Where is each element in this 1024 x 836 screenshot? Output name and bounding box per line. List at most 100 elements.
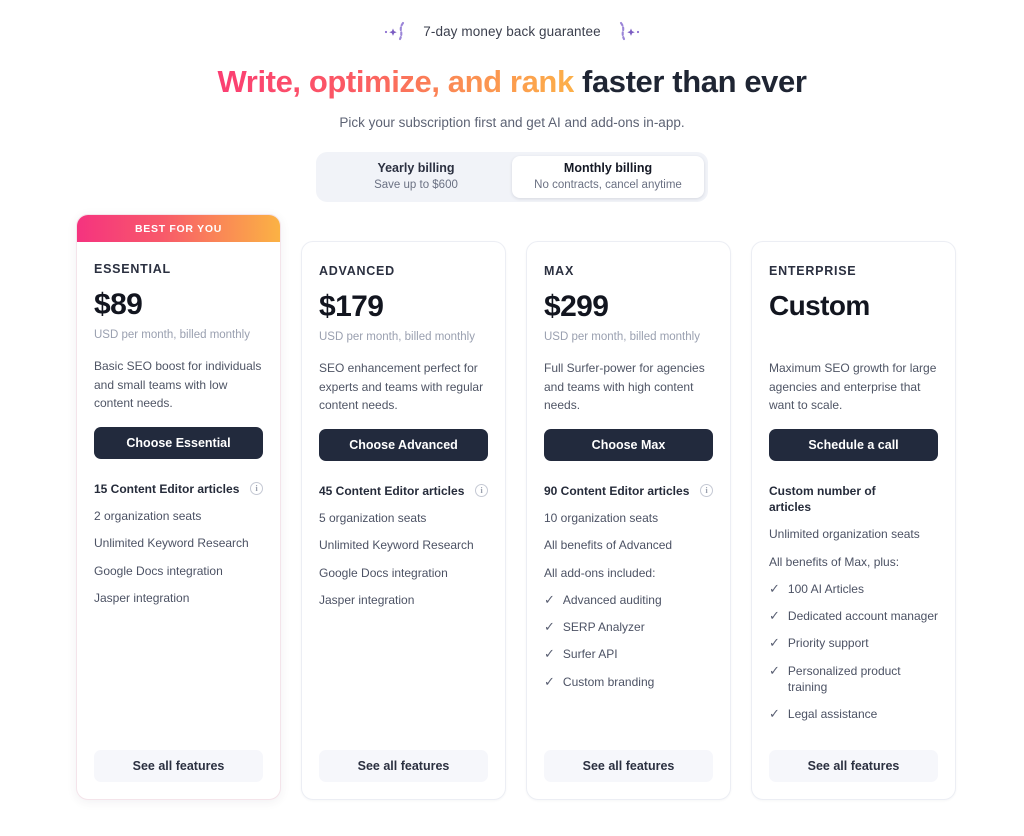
headline-gradient-text: Write, optimize, and rank [217,64,574,99]
check-icon: ✓ [769,662,780,678]
see-all-features-button[interactable]: See all features [769,750,938,782]
see-all-features-button[interactable]: See all features [319,750,488,782]
feature-label: 2 organization seats [94,509,202,524]
card-body: ADVANCED $179 USD per month, billed monthl… [302,242,505,736]
check-icon: ✓ [544,619,555,634]
feature-label: Jasper integration [319,592,415,607]
feature-label: 10 organization seats [544,511,659,526]
plan-name: ESSENTIAL [94,262,171,276]
plan-price-note: USD per month, billed monthly [544,331,700,343]
check-icon: ✓ [769,608,780,623]
feature-label: All benefits of Max, plus: [769,554,900,569]
best-for-you-badge: BEST FOR YOU [77,215,280,242]
feature-item: 45 Content Editor articles i [319,483,488,499]
feature-item: ✓ Custom branding [544,674,713,690]
plan-cta-button[interactable]: Schedule a call [769,429,938,461]
plan-price: $89 [94,288,143,321]
feature-item: 10 organization seats [544,510,713,526]
check-icon: ✓ [544,591,555,607]
feature-label: Google Docs integration [94,563,223,578]
plan-price: $299 [544,290,609,323]
billing-option-yearly[interactable]: Yearly billing Save up to $600 [320,156,512,198]
plan-price: $179 [319,290,384,323]
feature-label: Custom branding [562,674,655,689]
feature-item: ✓ Surfer API [544,646,713,662]
feature-label: Priority support [787,636,869,651]
plan-name: MAX [544,264,575,278]
feature-label: Jasper integration [94,590,190,605]
plan-name: ENTERPRISE [769,264,857,278]
plan-cta-button[interactable]: Choose Max [544,429,713,461]
feature-label: Advanced auditing [562,592,662,607]
plan-cta-button[interactable]: Choose Advanced [319,429,488,461]
pricing-card: ADVANCED $179 USD per month, billed monthl… [301,241,506,800]
feature-label: Personalized product training [787,663,901,694]
billing-option-monthly[interactable]: Monthly billing No contracts, cancel any… [512,155,704,198]
feature-label: SERP Analyzer [562,620,645,634]
plan-description: SEO enhancement perfect for experts and … [319,361,484,413]
feature-item: ✓ Advanced auditing [544,592,713,608]
card-footer: See all features [77,736,280,799]
card-footer: See all features [752,736,955,799]
pricing-card: ENTERPRISE Custom Maximum SEO growth for l… [751,241,956,800]
feature-item: 5 organization seats [319,510,488,526]
pricing-card: MAX $299 USD per month, billed monthly Full… [526,241,731,800]
plan-description: Maximum SEO growth for large agencies an… [769,361,937,413]
check-icon: ✓ [769,705,780,721]
info-icon[interactable]: i [250,482,263,495]
feature-item: All benefits of Advanced [544,537,713,553]
card-footer: See all features [527,736,730,799]
check-icon: ✓ [544,646,555,662]
billing-yearly-sub: Save up to $600 [374,179,458,192]
feature-label: 100 AI Articles [787,581,864,596]
billing-yearly-title: Yearly billing [377,160,455,175]
see-all-features-button[interactable]: See all features [94,750,263,782]
billing-monthly-sub: No contracts, cancel anytime [534,179,682,192]
plan-description: Full Surfer-power for agencies and teams… [544,361,705,413]
billing-toggle: Yearly billing Save up to $600 Monthly b… [316,151,708,202]
feature-label: Unlimited organization seats [769,527,920,542]
plan-price-note: USD per month, billed monthly [319,331,475,343]
feature-item: Jasper integration [319,592,488,608]
feature-item: All add-ons included: [544,565,713,581]
feature-item: Unlimited Keyword Research [94,535,263,551]
feature-item: ✓ SERP Analyzer [544,619,713,635]
plan-description: Basic SEO boost for individuals and smal… [94,359,262,411]
card-spacer [544,690,713,736]
guarantee-text: 7-day money back guarantee [423,23,601,39]
feature-label: 45 Content Editor articles [319,484,465,498]
feature-item: Jasper integration [94,590,263,606]
page-title: Write, optimize, and rank faster than ev… [0,64,1024,100]
feature-list: Custom number of articles Unlimited organ… [769,483,938,722]
card-body: MAX $299 USD per month, billed monthly Full… [527,242,730,736]
feature-label: Legal assistance [787,706,878,721]
feature-label: All benefits of Advanced [544,538,673,553]
feature-label: Dedicated account manager [787,609,938,623]
plan-cta-button[interactable]: Choose Essential [94,427,263,459]
check-icon: ✓ [769,580,780,596]
headline-plain-text: faster than ever [573,64,807,99]
guarantee-banner: 7-day money back guarantee [0,0,1024,50]
card-body: ENTERPRISE Custom Maximum SEO growth for l… [752,242,955,736]
feature-label: Unlimited Keyword Research [94,536,249,551]
feature-item: ✓ Personalized product training [769,663,938,695]
feature-list: 15 Content Editor articles i 2 organizatio… [94,481,263,606]
card-spacer [769,722,938,736]
card-spacer [319,608,488,736]
feature-label: Unlimited Keyword Research [319,538,474,553]
feature-label: 15 Content Editor articles [94,482,240,496]
billing-monthly-title: Monthly billing [563,160,653,175]
pricing-cards: BEST FOR YOU ESSENTIAL $89 USD per month, b… [76,214,956,800]
feature-item: ✓ Legal assistance [769,706,938,722]
pricing-card: BEST FOR YOU ESSENTIAL $89 USD per month, b… [76,214,281,800]
feature-item: Custom number of articles [769,483,938,515]
see-all-features-button[interactable]: See all features [544,750,713,782]
plan-price-note: USD per month, billed monthly [94,329,250,341]
info-icon[interactable]: i [475,484,488,497]
feature-item: ✓ Dedicated account manager [769,608,938,624]
feature-item: Unlimited Keyword Research [319,537,488,553]
info-icon[interactable]: i [700,484,713,497]
feature-label: 90 Content Editor articles [544,484,690,498]
sparkle-left-icon [385,21,405,41]
plan-price: Custom [769,290,870,321]
